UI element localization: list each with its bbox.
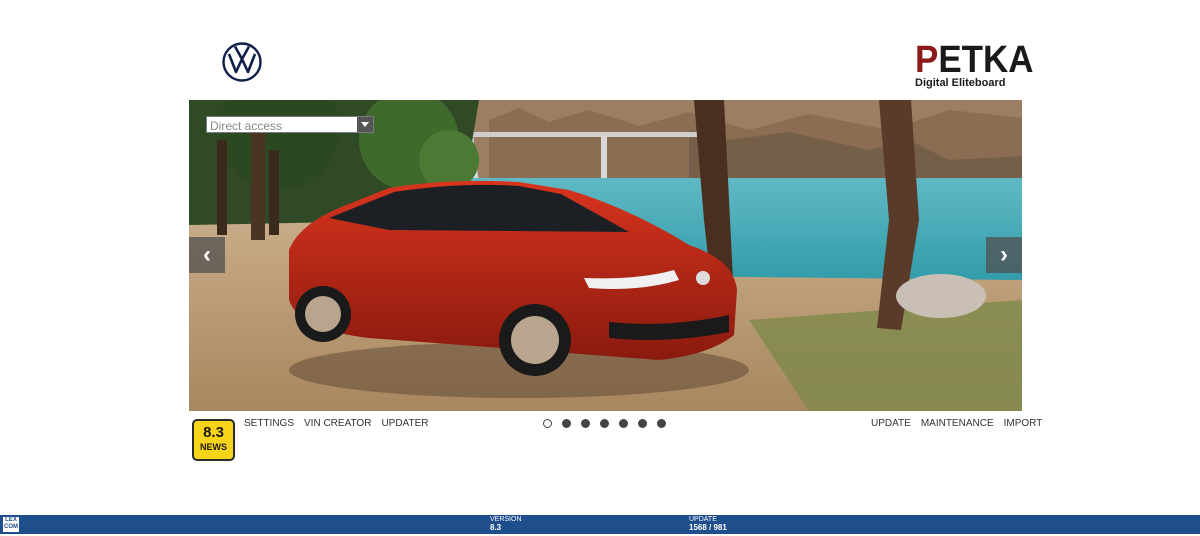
carousel-dot[interactable]	[638, 419, 647, 428]
update-info: UPDATE 1568 / 981	[689, 516, 727, 532]
vw-logo	[222, 42, 262, 82]
maintenance-link[interactable]: MAINTENANCE	[921, 418, 994, 429]
import-link[interactable]: IMPORT	[1004, 418, 1043, 429]
chevron-right-icon: ›	[1000, 241, 1008, 268]
direct-access-combobox[interactable]	[206, 116, 374, 134]
carousel-dot[interactable]	[543, 419, 552, 428]
chevron-left-icon: ‹	[203, 241, 211, 268]
settings-link[interactable]: SETTINGS	[244, 418, 294, 429]
update-value: 1568 / 981	[689, 523, 727, 532]
update-link[interactable]: UPDATE	[871, 418, 911, 429]
left-nav: SETTINGS VIN CREATOR UPDATER	[244, 418, 428, 429]
version-info: VERSION 8.3	[490, 516, 522, 532]
carousel-dot[interactable]	[562, 419, 571, 428]
caret-down-icon	[361, 122, 369, 127]
updater-link[interactable]: UPDATER	[381, 418, 428, 429]
carousel-dot[interactable]	[619, 419, 628, 428]
carousel-indicators	[543, 419, 666, 428]
direct-access-input[interactable]	[207, 118, 361, 134]
carousel-dot[interactable]	[657, 419, 666, 428]
carousel-dot[interactable]	[581, 419, 590, 428]
petka-logo: PETKA Digital Eliteboard	[915, 39, 1034, 89]
carousel-prev-button[interactable]: ‹	[189, 237, 225, 273]
petka-title: PETKA	[915, 39, 1034, 81]
version-value: 8.3	[490, 523, 502, 532]
news-button[interactable]: 8.3 NEWS	[192, 419, 235, 461]
vin-creator-link[interactable]: VIN CREATOR	[304, 418, 371, 429]
status-bar: LEX COM VERSION 8.3 UPDATE 1568 / 981	[0, 515, 1200, 534]
right-nav: UPDATE MAINTENANCE IMPORT	[871, 418, 1042, 429]
carousel-next-button[interactable]: ›	[986, 237, 1022, 273]
hero-banner-image	[189, 100, 1022, 411]
news-label: NEWS	[200, 442, 227, 452]
direct-access-dropdown-button[interactable]	[357, 117, 373, 132]
news-version: 8.3	[203, 424, 224, 441]
lexcom-logo: LEX COM	[3, 517, 19, 532]
carousel-dot[interactable]	[600, 419, 609, 428]
